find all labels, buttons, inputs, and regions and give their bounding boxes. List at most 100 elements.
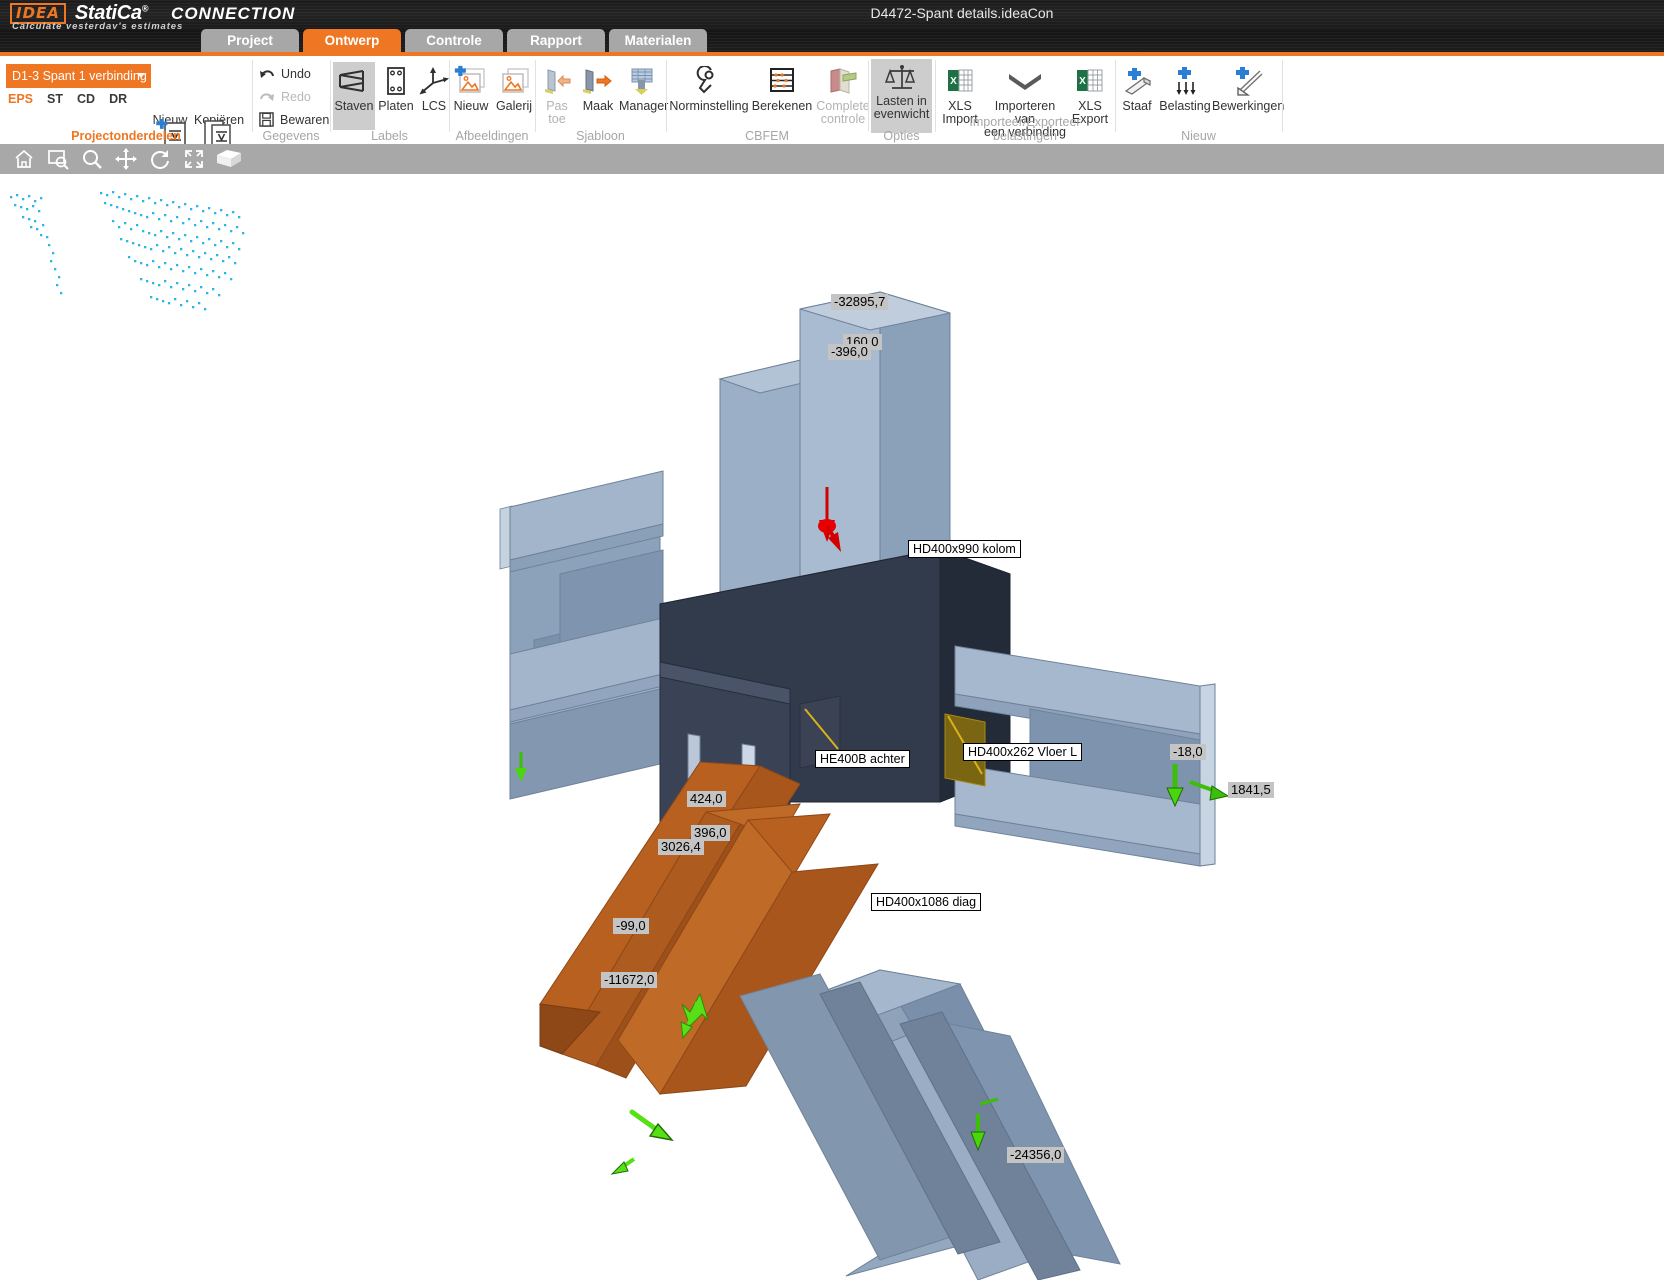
code-setup-label: Norminstelling <box>669 99 749 113</box>
complete-check-button[interactable]: Complete controle <box>815 62 871 126</box>
labels-members-label: Staven <box>334 99 374 113</box>
load-value-label: -11672,0 <box>601 972 658 988</box>
svg-text:X: X <box>1079 76 1086 87</box>
model-viewport[interactable]: HD400x990 kolom HE400B achter HD400x262 … <box>0 174 1664 1280</box>
member-label-vloer[interactable]: HD400x262 Vloer L <box>963 743 1083 761</box>
code-setup-button[interactable]: Norminstelling <box>667 62 751 113</box>
image-gallery-button[interactable]: Galerij <box>492 62 536 113</box>
tab-ontwerp[interactable]: Ontwerp <box>303 29 401 52</box>
members-icon-slot <box>333 62 375 100</box>
labels-lcs-button[interactable]: LCS <box>417 62 451 113</box>
member-label-he400b[interactable]: HE400B achter <box>815 750 910 768</box>
template-apply-button[interactable]: Pas toe <box>538 62 576 126</box>
mode-st[interactable]: ST <box>47 92 63 106</box>
connection-selector[interactable]: D1-3 Spant 1 verbinding <box>6 64 151 88</box>
undo-button[interactable]: Undo <box>259 67 311 81</box>
ribbon-group-gegevens: Undo Redo Bewaren Gegevens <box>253 56 329 144</box>
fit-screen-icon[interactable] <box>183 148 205 170</box>
calculate-icon-slot <box>751 62 813 100</box>
new-load-button[interactable]: Belasting <box>1158 62 1212 113</box>
new-member-icon <box>1124 68 1152 95</box>
ribbon-group-title-cbfem: CBFEM <box>745 129 789 143</box>
balance-scale-icon <box>884 65 915 89</box>
labels-plates-button[interactable]: Platen <box>375 62 417 113</box>
save-label: Bewaren <box>280 112 330 127</box>
load-value-label: -18,0 <box>1170 744 1206 760</box>
image-gallery-icon-slot <box>492 62 536 100</box>
tab-rapport[interactable]: Rapport <box>507 29 605 52</box>
tab-project[interactable]: Project <box>201 29 299 52</box>
abacus-icon <box>770 68 794 92</box>
ribbon-group-title-labels: Labels <box>371 129 408 143</box>
ribbon-group-title-afbeeldingen: Afbeeldingen <box>455 129 529 143</box>
application-window: IDEA StatiCa® CONNECTION Calculate yeste… <box>0 0 1664 1280</box>
ribbon-group-title-sjabloon: Sjabloon <box>576 129 625 143</box>
ribbon-toolbar: D1-3 Spant 1 verbinding EPS ST CD DR Nie… <box>0 56 1664 150</box>
new-operations-label: Bewerkingen <box>1212 99 1285 113</box>
mode-switch: EPS ST CD DR <box>8 92 127 106</box>
tab-bar: Project Ontwerp Controle Rapport Materia… <box>0 29 1664 52</box>
zoom-icon[interactable] <box>81 148 103 170</box>
mode-cd[interactable]: CD <box>77 92 95 106</box>
xls-export-icon: X <box>1077 69 1103 92</box>
book-report-icon <box>830 68 857 94</box>
labels-members-button[interactable]: Staven <box>333 62 375 130</box>
new-member-label: Staaf <box>1122 99 1152 113</box>
axes-icon <box>419 67 449 95</box>
chevron-down-icon <box>137 73 145 78</box>
image-new-label: Nieuw <box>453 99 489 113</box>
calculate-label: Berekenen <box>751 99 813 113</box>
ribbon-group-nieuw: Staaf Belasting Bewerkingen Nieuw <box>1116 56 1285 144</box>
pan-icon[interactable] <box>115 148 137 170</box>
member-label-kolom[interactable]: HD400x990 kolom <box>908 540 1021 558</box>
labels-lcs-label: LCS <box>421 99 447 113</box>
ribbon-group-title-gegevens: Gegevens <box>262 129 320 143</box>
world-map-decoration <box>10 191 245 311</box>
new-load-icon-slot <box>1158 62 1212 100</box>
plates-icon-slot <box>375 62 417 100</box>
image-new-icon-slot <box>450 62 492 100</box>
new-operations-button[interactable]: Bewerkingen <box>1212 62 1285 113</box>
template-manager-icon-slot <box>619 62 667 100</box>
tab-controle[interactable]: Controle <box>405 29 503 52</box>
xls-import-icon: X <box>948 69 973 92</box>
view-toolbar <box>0 144 1664 174</box>
zoom-window-icon[interactable] <box>47 148 69 170</box>
document-title: D4472-Spant details.ideaCon <box>870 5 1054 21</box>
beam-icon <box>339 70 364 92</box>
save-button[interactable]: Bewaren <box>259 112 329 127</box>
new-image-icon <box>454 65 485 93</box>
tab-materialen[interactable]: Materialen <box>609 29 707 52</box>
steel-connection-3d-model <box>499 291 1230 1280</box>
template-make-button[interactable]: Maak <box>577 62 619 113</box>
image-new-button[interactable]: Nieuw <box>450 62 492 113</box>
redo-button[interactable]: Redo <box>259 90 311 104</box>
lcs-icon-slot <box>417 62 451 100</box>
load-value-label: -99,0 <box>613 918 649 934</box>
loads-equilibrium-button[interactable]: Lasten in evenwicht <box>871 59 932 133</box>
load-arrow-green-diagonal-2 <box>610 1157 636 1175</box>
loads-equilibrium-label-2: evenwicht <box>873 107 930 121</box>
undo-label: Undo <box>281 67 311 81</box>
ribbon-group-afbeeldingen: Nieuw Galerij Afbeeldingen <box>450 56 534 144</box>
rotate-icon[interactable] <box>149 148 171 170</box>
render-box-icon[interactable] <box>215 148 243 170</box>
labels-plates-label: Platen <box>378 99 414 113</box>
ribbon-group-projectonderdelen: D1-3 Spant 1 verbinding EPS ST CD DR Nie… <box>0 56 252 150</box>
import-connection-icon-slot <box>984 62 1066 100</box>
new-member-button[interactable]: Staaf <box>1116 62 1158 113</box>
home-icon[interactable] <box>13 148 35 170</box>
brand-tagline: Calculate yesterday's estimates <box>12 21 184 29</box>
complete-check-icon-slot <box>815 62 871 100</box>
wrench-icon <box>696 66 714 94</box>
undo-icon <box>260 69 274 78</box>
make-template-icon <box>583 69 612 94</box>
template-manager-button[interactable]: Manager <box>619 62 669 113</box>
mode-eps[interactable]: EPS <box>8 92 33 106</box>
calculate-button[interactable]: Berekenen <box>751 62 813 113</box>
template-manager-label: Manager <box>619 99 669 113</box>
mode-dr[interactable]: DR <box>109 92 127 106</box>
load-value-label: -24356,0 <box>1007 1147 1065 1163</box>
member-label-diag[interactable]: HD400x1086 diag <box>871 893 982 911</box>
new-operations-icon <box>1236 67 1263 96</box>
